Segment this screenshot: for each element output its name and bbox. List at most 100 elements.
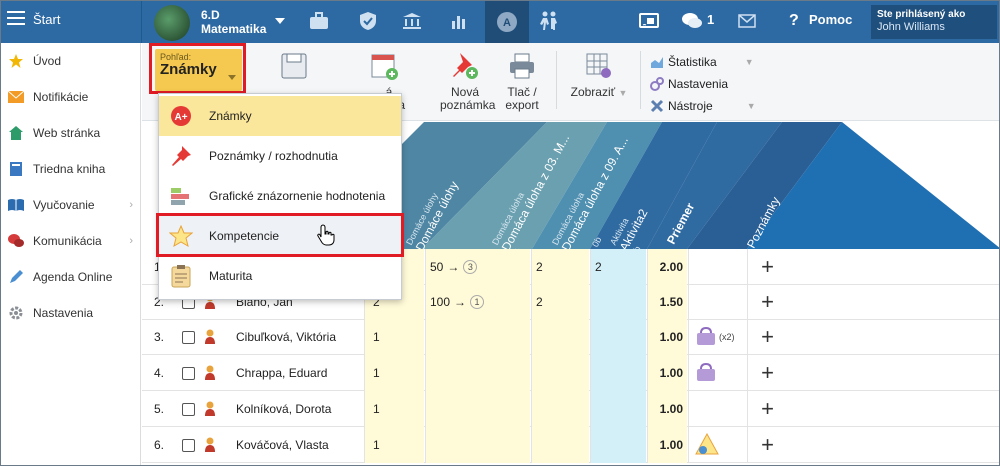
- sidebar-item-web-stranka[interactable]: Web stránka: [1, 115, 141, 151]
- student-name[interactable]: Chrappa, Eduard: [236, 355, 361, 391]
- table-row[interactable]: 6. Kováčová, Vlasta 1 1.00 +: [142, 427, 999, 463]
- sidebar-item-vyucovanie[interactable]: Vyučovanie ›: [1, 187, 141, 223]
- sidebar-item-agenda-online[interactable]: Agenda Online: [1, 259, 141, 295]
- grade-cell-domaca-uloha-09[interactable]: 2: [531, 284, 589, 320]
- sidebar-item-notifikacie[interactable]: Notifikácie: [1, 79, 141, 115]
- school-kids-icon[interactable]: [537, 9, 561, 33]
- grade-cell-aktivita2[interactable]: [590, 284, 646, 320]
- add-note-button[interactable]: +: [747, 355, 787, 391]
- bar-chart-icon[interactable]: [447, 9, 471, 33]
- row-checkbox[interactable]: [182, 391, 198, 427]
- student-name[interactable]: Kováčová, Vlasta: [236, 427, 361, 463]
- floppy-disk-icon: [281, 53, 307, 79]
- sidebar: Úvod Notifikácie Web stránka Triedna kni…: [1, 43, 141, 465]
- dropdown-item-znamky[interactable]: A+ Známky: [159, 96, 401, 136]
- student-name[interactable]: Cibuľková, Viktória: [236, 319, 361, 355]
- sidebar-item-uvod[interactable]: Úvod: [1, 43, 141, 79]
- grade-cell-domaca-uloha-09[interactable]: [531, 355, 589, 391]
- sidebar-item-triedna-kniha[interactable]: Triedna kniha: [1, 151, 141, 187]
- grade-cell-aktivita2[interactable]: 2: [590, 249, 646, 285]
- messages-count: 1: [707, 12, 715, 27]
- user-box[interactable]: Ste prihlásený ako John Williams: [871, 5, 997, 39]
- dropdown-item-poznamky[interactable]: Poznámky / rozhodnutia: [159, 136, 401, 176]
- top-bar: Štart 6.D Matematika A 1 ? Pomoc Ste pri…: [1, 1, 999, 43]
- notes-cell[interactable]: [688, 355, 746, 391]
- grade-cell-domaca-uloha-09[interactable]: [531, 319, 589, 355]
- grade-cell-domaca-uloha-03[interactable]: [425, 391, 530, 427]
- mail-icon[interactable]: [735, 9, 759, 33]
- row-checkbox[interactable]: [182, 427, 198, 463]
- statistics-menu[interactable]: Štatistika ▼: [650, 51, 756, 73]
- help-icon[interactable]: ?: [789, 12, 799, 30]
- tools-icon: [650, 99, 664, 113]
- warning-icon[interactable]: [695, 432, 719, 458]
- messages-icon[interactable]: [680, 9, 704, 33]
- new-note-button[interactable]: Nová poznámka: [440, 51, 495, 112]
- help-link[interactable]: Pomoc: [809, 12, 852, 27]
- grade-cell-domaca-uloha-03[interactable]: 50 → 3: [425, 249, 530, 285]
- handbag-icon[interactable]: [695, 326, 717, 349]
- grade-cell-aktivita2[interactable]: [590, 355, 646, 391]
- class-avatar[interactable]: [154, 5, 190, 41]
- sidebar-item-nastavenia[interactable]: Nastavenia: [1, 295, 141, 331]
- add-note-button[interactable]: +: [747, 391, 787, 427]
- class-selector[interactable]: 6.D Matematika: [201, 8, 266, 36]
- view-options-button[interactable]: Zobraziť ▼: [566, 51, 632, 100]
- notes-cell[interactable]: [688, 391, 746, 427]
- grade-cell-aktivita2[interactable]: [590, 391, 646, 427]
- add-note-button[interactable]: +: [747, 284, 787, 320]
- average-cell: 1.00: [647, 391, 687, 427]
- notes-cell[interactable]: [688, 427, 746, 463]
- grade-cell-domaca-uloha-03[interactable]: [425, 427, 530, 463]
- student-name[interactable]: Kolníková, Dorota: [236, 391, 361, 427]
- ribbon-menu-list: Štatistika ▼ Nastavenia Nástroje ▼: [650, 51, 756, 117]
- add-note-button[interactable]: +: [747, 319, 787, 355]
- shield-icon[interactable]: [356, 9, 380, 33]
- row-checkbox[interactable]: [182, 355, 198, 391]
- grade-cell-domace-ulohy[interactable]: 1: [364, 355, 424, 391]
- svg-text:A: A: [503, 17, 511, 29]
- grade-value: 50: [430, 260, 444, 274]
- class-caret-icon[interactable]: [275, 18, 285, 24]
- tools-menu[interactable]: Nástroje ▼: [650, 95, 756, 117]
- dropdown-item-graficke[interactable]: Grafické znázornenie hodnotenia: [159, 176, 401, 216]
- notes-cell[interactable]: (x2): [688, 319, 746, 355]
- table-row[interactable]: 4. Chrappa, Eduard 1 1.00 +: [142, 355, 999, 391]
- grade-cell-domaca-uloha-09[interactable]: 2: [531, 249, 589, 285]
- dropdown-item-maturita[interactable]: Maturita: [159, 256, 401, 296]
- hamburger-menu-icon[interactable]: [7, 11, 25, 27]
- save-button[interactable]: [274, 51, 314, 86]
- table-row[interactable]: 3. Cibuľková, Viktória 1 1.00 (x2) +: [142, 319, 999, 355]
- grades-icon[interactable]: A: [485, 1, 529, 43]
- grade-cell-domaca-uloha-09[interactable]: [531, 427, 589, 463]
- grade-cell-domaca-uloha-03[interactable]: [425, 319, 530, 355]
- grade-cell-aktivita2[interactable]: [590, 427, 646, 463]
- notes-cell[interactable]: [688, 284, 746, 320]
- add-note-button[interactable]: +: [747, 249, 787, 285]
- grade-cell-domace-ulohy[interactable]: 1: [364, 391, 424, 427]
- tools-label: Nástroje: [668, 99, 713, 113]
- chat-icon: [7, 233, 25, 249]
- grade-cell-domace-ulohy[interactable]: 1: [364, 427, 424, 463]
- logged-in-label: Ste prihlásený ako: [877, 9, 966, 20]
- briefcase-icon[interactable]: [307, 9, 331, 33]
- grade-icon: A+: [169, 104, 193, 128]
- sidebar-item-komunikacia[interactable]: Komunikácia ›: [1, 223, 141, 259]
- notes-cell[interactable]: [688, 249, 746, 285]
- settings-menu[interactable]: Nastavenia: [650, 73, 756, 95]
- grade-cell-aktivita2[interactable]: [590, 319, 646, 355]
- grade-cell-domaca-uloha-03[interactable]: [425, 355, 530, 391]
- add-note-button[interactable]: +: [747, 427, 787, 463]
- row-checkbox[interactable]: [182, 319, 198, 355]
- start-label[interactable]: Štart: [33, 12, 60, 27]
- grade-cell-domace-ulohy[interactable]: 1: [364, 319, 424, 355]
- cast-screen-icon[interactable]: [637, 9, 661, 33]
- grade-cell-domaca-uloha-09[interactable]: [531, 391, 589, 427]
- print-export-button[interactable]: Tlač / export: [500, 51, 544, 112]
- table-row[interactable]: 5. Kolníková, Dorota 1 1.00 +: [142, 391, 999, 427]
- institution-icon[interactable]: [400, 9, 424, 33]
- handbag-icon[interactable]: [695, 362, 717, 385]
- grade-cell-domaca-uloha-03[interactable]: 100 → 1: [425, 284, 530, 320]
- kompetencie-highlight: [156, 213, 404, 257]
- gear-icon: [7, 305, 25, 321]
